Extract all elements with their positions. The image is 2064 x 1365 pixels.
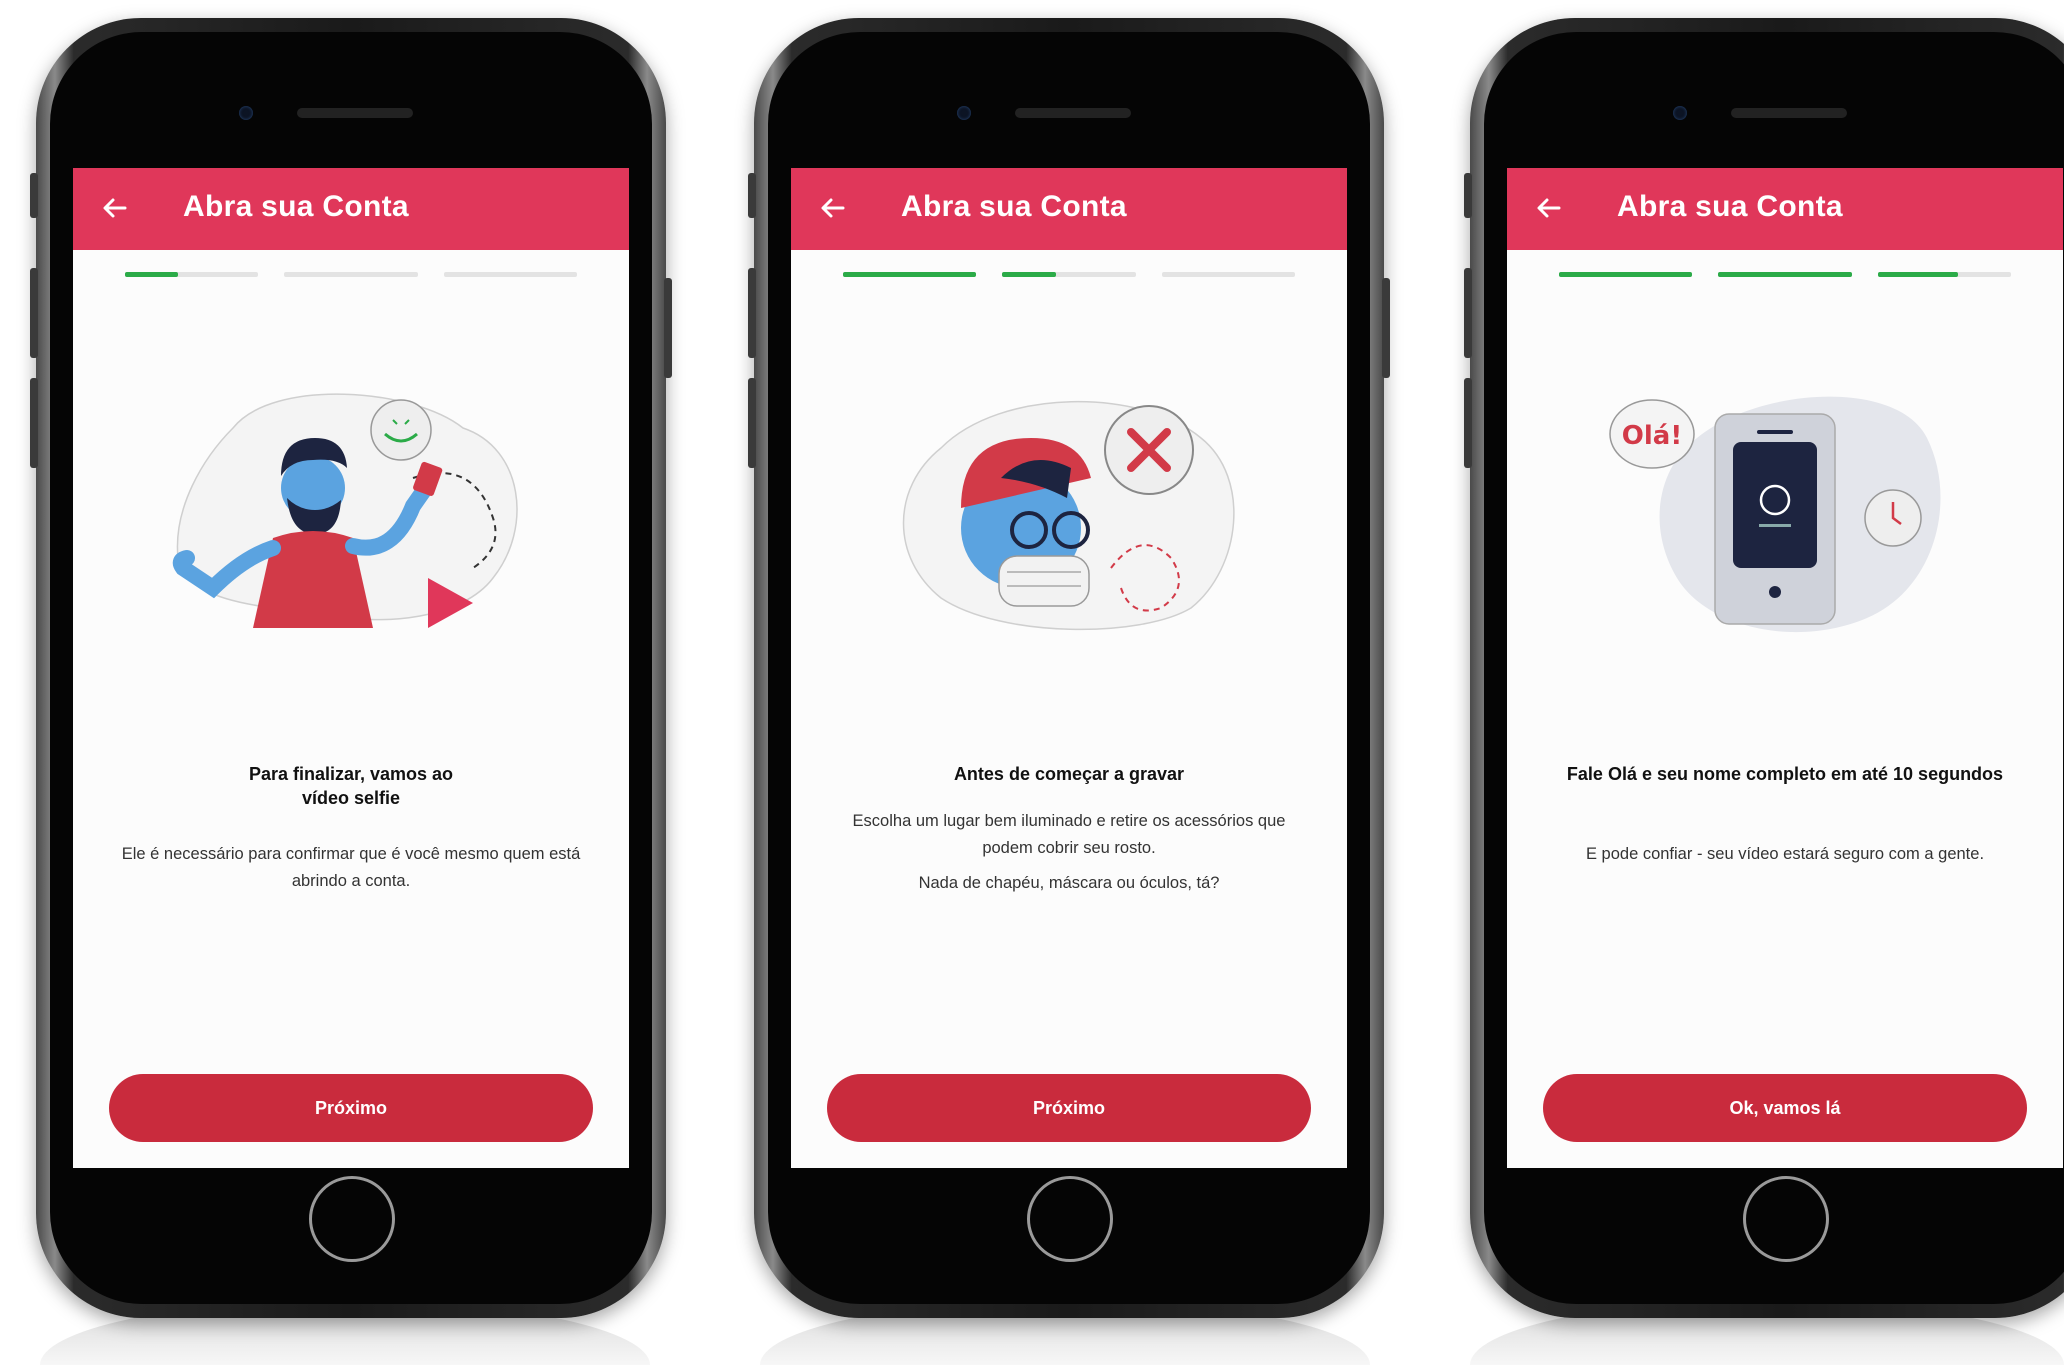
page-title: Abra sua Conta [901,190,1127,223]
home-button[interactable] [1027,1176,1113,1262]
progress-step [125,272,259,277]
progress-step [1559,272,1693,277]
progress-steps [843,272,1295,277]
progress-steps [1559,272,2011,277]
front-camera [239,106,253,120]
progress-fill [1002,272,1056,277]
screen-description: E pode confiar - seu vídeo estará seguro… [1585,845,1985,863]
app-screen: Abra sua Conta Para finalizar, vamos ao … [73,168,629,1168]
volume-up-button [1464,268,1472,358]
screen-description: Escolha um lugar bem iluminado e retire … [852,812,1286,857]
phone-mockup-1: Abra sua Conta Para finalizar, vamos ao … [30,18,672,1318]
page-title: Abra sua Conta [1617,190,1843,223]
selfie-video-illustration [172,393,518,628]
mute-switch [30,173,38,218]
screen-heading: Antes de começar a gravar [953,764,1185,784]
app-bar: Abra sua Conta [791,168,1347,250]
progress-fill [1877,272,1958,277]
progress-step [843,272,977,277]
progress-step [1002,272,1136,277]
mute-switch [1464,173,1472,218]
volume-down-button [748,378,756,468]
progress-fill [1718,272,1852,277]
power-button [664,278,672,378]
front-camera [1673,106,1687,120]
app-bar: Abra sua Conta [1507,168,2063,250]
earpiece-speaker [297,108,413,118]
screen-heading: Fale Olá e seu nome completo em até 10 s… [1566,764,2004,784]
no-accessories-illustration [902,401,1235,631]
home-button[interactable] [1743,1176,1829,1262]
progress-step [1718,272,1852,277]
progress-step [1161,272,1295,277]
progress-step [443,272,577,277]
app-screen: Abra sua Conta Antes de começar a gravar… [791,168,1347,1168]
volume-down-button [30,378,38,468]
power-button [1382,278,1390,378]
screen-note: Nada de chapéu, máscara ou óculos, tá? [918,874,1220,892]
next-button[interactable]: Próximo [109,1074,593,1142]
front-camera [957,106,971,120]
app-screen: Abra sua Conta Olá! Fale Olá e seu nome … [1507,168,2063,1168]
arrow-left-icon[interactable] [99,192,131,224]
phone-timer-illustration: Olá! [1609,396,1941,633]
progress-fill [1559,272,1693,277]
progress-step [284,272,418,277]
mute-switch [748,173,756,218]
volume-up-button [748,268,756,358]
speech-bubble-text: Olá! [1622,421,1682,451]
page-title: Abra sua Conta [183,190,409,223]
confirm-button[interactable]: Ok, vamos lá [1543,1074,2027,1142]
progress-fill [125,272,179,277]
arrow-left-icon[interactable] [1533,192,1565,224]
progress-step [1877,272,2011,277]
home-button[interactable] [309,1176,395,1262]
progress-fill [843,272,977,277]
phone-mockup-2: Abra sua Conta Antes de começar a gravar… [748,18,1390,1318]
progress-steps [125,272,577,277]
volume-down-button [1464,378,1472,468]
screen-heading: Para finalizar, vamos ao vídeo selfie [248,764,454,808]
next-button[interactable]: Próximo [827,1074,1311,1142]
earpiece-speaker [1015,108,1131,118]
earpiece-speaker [1731,108,1847,118]
screen-description: Ele é necessário para confirmar que é vo… [121,845,581,890]
volume-up-button [30,268,38,358]
phone-mockup-3: Abra sua Conta Olá! Fale Olá e seu nome … [1464,18,2064,1318]
app-bar: Abra sua Conta [73,168,629,250]
arrow-left-icon[interactable] [817,192,849,224]
